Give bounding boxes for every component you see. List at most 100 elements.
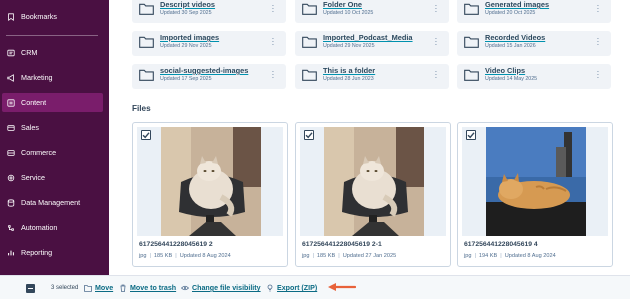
folder-card[interactable]: Video Clips Updated 14 May 2025 · · · <box>457 64 611 89</box>
commerce-icon <box>6 148 15 157</box>
more-options-icon[interactable]: · · · <box>271 68 275 82</box>
folder-card[interactable]: Imported_Podcast_Media Updated 29 Nov 20… <box>295 31 449 56</box>
folder-name[interactable]: Generated images <box>485 0 549 9</box>
folder-name[interactable]: Imported images <box>160 33 219 42</box>
move-icon <box>84 284 92 292</box>
sidebar-item-automation[interactable]: Automation <box>2 218 103 237</box>
thumbnail-area <box>137 127 283 236</box>
folder-icon <box>139 36 154 48</box>
sidebar-item-label: Data Management <box>21 198 81 207</box>
folder-name[interactable]: Descript videos <box>160 0 215 9</box>
sidebar-item-reporting[interactable]: Reporting <box>2 243 103 262</box>
sidebar-item-label: Commerce <box>21 148 57 157</box>
file-checkbox[interactable] <box>466 130 476 140</box>
sidebar-item-label: Sales <box>21 123 39 132</box>
folder-card[interactable]: Generated images Updated 20 Oct 2025 · · · <box>457 0 611 23</box>
sidebar: Bookmarks CRM Marketing Content Sales Co… <box>0 0 109 299</box>
sidebar-item-bookmarks[interactable]: Bookmarks <box>2 7 103 26</box>
sidebar-item-data-management[interactable]: Data Management <box>2 193 103 212</box>
sidebar-item-marketing[interactable]: Marketing <box>2 68 103 87</box>
file-name[interactable]: 617256441228045619 2 <box>139 241 213 248</box>
sidebar-item-crm[interactable]: CRM <box>2 43 103 62</box>
export-zip-button[interactable]: Export (ZIP) <box>266 284 317 292</box>
crm-icon <box>6 48 15 57</box>
sidebar-item-label: Automation <box>21 223 58 232</box>
folder-card[interactable]: Imported images Updated 29 Nov 2025 · · · <box>132 31 286 56</box>
bookmark-icon <box>6 12 15 21</box>
more-options-icon[interactable]: · · · <box>271 2 275 16</box>
folder-updated: Updated 30 Sep 2025 <box>160 10 212 16</box>
folder-icon <box>302 36 317 48</box>
file-checkbox[interactable] <box>304 130 314 140</box>
selected-count: 3 selected <box>51 285 79 291</box>
more-options-icon[interactable]: · · · <box>271 35 275 49</box>
sidebar-item-label: Content <box>21 98 47 107</box>
bulk-action-bar: 3 selected Move Move to trash Change fil… <box>0 275 630 299</box>
more-options-icon[interactable]: · · · <box>434 35 438 49</box>
sidebar-divider <box>6 35 98 36</box>
sidebar-item-content[interactable]: Content <box>2 93 103 112</box>
sidebar-item-label: Service <box>21 173 45 182</box>
folder-updated: Updated 29 Nov 2025 <box>323 43 375 49</box>
move-button[interactable]: Move <box>84 284 113 292</box>
reporting-icon <box>6 248 15 257</box>
file-name[interactable]: 617256441228045619 4 <box>464 241 538 248</box>
folder-name[interactable]: This is a folder <box>323 66 375 75</box>
cat-photo-thumbnail[interactable] <box>486 127 586 236</box>
file-manager-main: Descript videos Updated 30 Sep 2025 · · · … <box>109 0 630 275</box>
cat-photo-thumbnail[interactable] <box>324 127 424 236</box>
checkmark-icon <box>467 132 475 139</box>
folder-updated: Updated 10 Oct 2025 <box>323 10 374 16</box>
more-options-icon[interactable]: · · · <box>596 2 600 16</box>
folder-updated: Updated 28 Jun 2023 <box>323 76 374 82</box>
folder-name[interactable]: Imported_Podcast_Media <box>323 33 413 42</box>
service-icon <box>6 173 15 182</box>
content-icon <box>6 98 15 107</box>
more-options-icon[interactable]: · · · <box>596 68 600 82</box>
megaphone-icon <box>6 73 15 82</box>
file-meta: jpg | 185 KB | Updated 8 Aug 2024 <box>139 253 231 259</box>
folder-card[interactable]: social-suggested-images Updated 17 Sep 2… <box>132 64 286 89</box>
checkmark-icon <box>305 132 313 139</box>
lightbulb-icon <box>266 284 274 292</box>
folder-card[interactable]: Descript videos Updated 30 Sep 2025 · · · <box>132 0 286 23</box>
folder-name[interactable]: Recorded Videos <box>485 33 545 42</box>
visibility-icon <box>181 284 189 292</box>
file-card[interactable]: 617256441228045619 2 jpg | 185 KB | Updated … <box>132 122 288 267</box>
file-checkbox[interactable] <box>141 130 151 140</box>
folder-icon <box>302 69 317 81</box>
folder-updated: Updated 20 Oct 2025 <box>485 10 536 16</box>
move-to-trash-button[interactable]: Move to trash <box>119 284 176 292</box>
annotation-arrow-icon <box>328 283 356 291</box>
sidebar-item-sales[interactable]: Sales <box>2 118 103 137</box>
folder-card[interactable]: Recorded Videos Updated 15 Jan 2026 · · · <box>457 31 611 56</box>
folder-card[interactable]: Folder One Updated 10 Oct 2025 · · · <box>295 0 449 23</box>
sidebar-item-service[interactable]: Service <box>2 168 103 187</box>
sales-icon <box>6 123 15 132</box>
sidebar-item-label: Marketing <box>21 73 53 82</box>
file-meta: jpg | 194 KB | Updated 8 Aug 2024 <box>464 253 556 259</box>
deselect-all-checkbox[interactable] <box>26 284 35 293</box>
thumbnail-area <box>300 127 446 236</box>
folder-name[interactable]: social-suggested-images <box>160 66 248 75</box>
sidebar-item-commerce[interactable]: Commerce <box>2 143 103 162</box>
file-name[interactable]: 617256441228045619 2-1 <box>302 241 382 248</box>
file-card[interactable]: 617256441228045619 4 jpg | 194 KB | Updated … <box>457 122 613 267</box>
files-heading: Files <box>132 104 151 113</box>
folder-icon <box>464 69 479 81</box>
database-icon <box>6 198 15 207</box>
folder-icon <box>302 3 317 15</box>
file-card[interactable]: 617256441228045619 2-1 jpg | 185 KB | Update… <box>295 122 451 267</box>
folder-name[interactable]: Folder One <box>323 0 362 9</box>
folder-icon <box>464 36 479 48</box>
cat-photo-thumbnail[interactable] <box>161 127 261 236</box>
thumbnail-area <box>462 127 608 236</box>
more-options-icon[interactable]: · · · <box>596 35 600 49</box>
more-options-icon[interactable]: · · · <box>434 68 438 82</box>
sidebar-item-label: Reporting <box>21 248 53 257</box>
folder-icon <box>464 3 479 15</box>
more-options-icon[interactable]: · · · <box>434 2 438 16</box>
change-file-visibility-button[interactable]: Change file visibility <box>181 284 261 292</box>
folder-name[interactable]: Video Clips <box>485 66 525 75</box>
folder-card[interactable]: This is a folder Updated 28 Jun 2023 · · · <box>295 64 449 89</box>
